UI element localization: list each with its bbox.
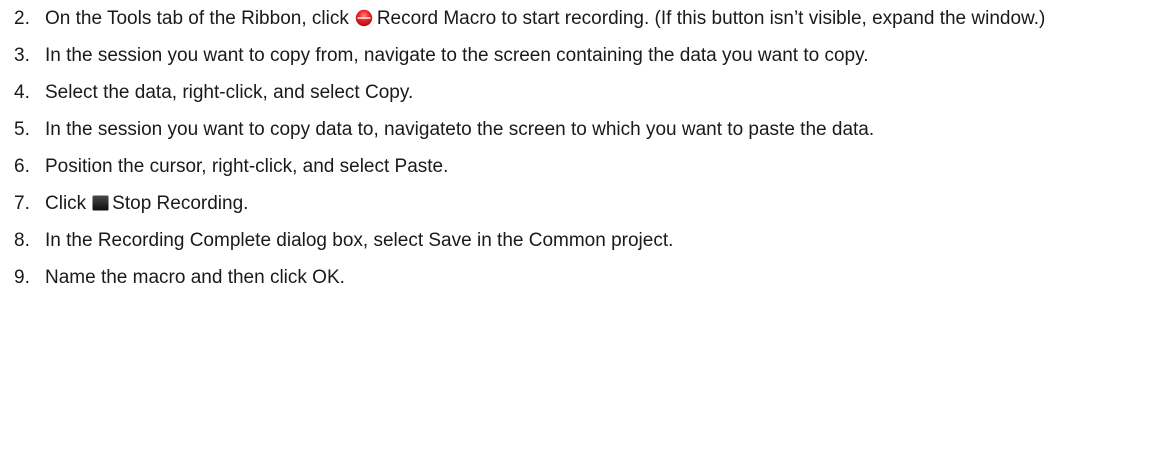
step-text-after-icon: Stop Recording. <box>112 193 249 214</box>
step-6: 6. Position the cursor, right-click, and… <box>0 154 1167 181</box>
step-text: Select the data, right-click, and select… <box>45 82 414 103</box>
step-number: 8. <box>14 230 30 251</box>
step-9: 9. Name the macro and then click OK. <box>0 265 1167 292</box>
instruction-steps: 2. On the Tools tab of the Ribbon, click… <box>0 0 1167 292</box>
step-number: 7. <box>14 193 30 214</box>
step-number: 5. <box>14 119 30 140</box>
stop-icon <box>92 195 109 211</box>
step-text: In the session you want to copy data to,… <box>45 119 875 140</box>
step-number: 9. <box>14 267 30 288</box>
step-7: 7. Click Stop Recording. <box>0 191 1167 218</box>
step-number: 3. <box>14 45 30 66</box>
step-text: Name the macro and then click OK. <box>45 267 345 288</box>
step-text: In the Recording Complete dialog box, se… <box>45 230 674 251</box>
step-5: 5. In the session you want to copy data … <box>0 117 1167 144</box>
step-number: 4. <box>14 82 30 103</box>
step-4: 4. Select the data, right-click, and sel… <box>0 80 1167 107</box>
step-text-after-icon: Record Macro to start recording. (If thi… <box>376 8 1046 29</box>
step-text: Position the cursor, right-click, and se… <box>45 156 449 177</box>
step-2: 2. On the Tools tab of the Ribbon, click… <box>0 6 1167 33</box>
step-number: 2. <box>14 8 30 29</box>
step-text-before-icon: Click <box>45 193 87 214</box>
step-8: 8. In the Recording Complete dialog box,… <box>0 228 1167 255</box>
step-3: 3. In the session you want to copy from,… <box>0 43 1167 70</box>
step-text: In the session you want to copy from, na… <box>45 45 869 66</box>
step-number: 6. <box>14 156 30 177</box>
record-icon <box>355 9 373 27</box>
step-text-before-icon: On the Tools tab of the Ribbon, click <box>45 8 349 29</box>
